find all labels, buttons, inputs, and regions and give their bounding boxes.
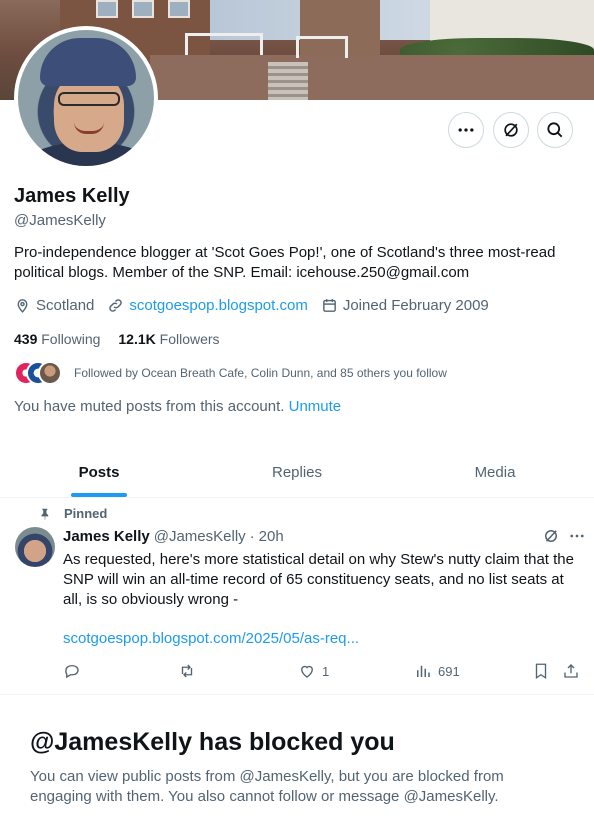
followers-count: 12.1K (118, 331, 156, 347)
share-button[interactable] (562, 662, 586, 680)
profile-name: James Kelly (14, 185, 130, 207)
tab-media[interactable]: Media (396, 447, 594, 497)
tweet-time[interactable]: 20h (259, 528, 284, 545)
views-icon (417, 665, 430, 677)
website-link[interactable]: scotgoespop.blogspot.com (129, 297, 307, 314)
grok-icon (504, 123, 518, 137)
location-icon (17, 299, 28, 313)
like-button[interactable]: 1 (298, 662, 329, 680)
followed-by-avatars (14, 360, 66, 386)
tweet-text: As requested, here's more statistical de… (63, 551, 574, 608)
grok-button[interactable] (493, 112, 529, 148)
following-count: 439 (14, 331, 38, 347)
muted-notice: You have muted posts from this account. … (14, 398, 341, 415)
joined-item: Joined February 2009 (321, 297, 489, 314)
profile-avatar[interactable] (14, 26, 158, 170)
location-item: Scotland (14, 297, 94, 314)
pinned-text: Pinned (64, 506, 108, 521)
heart-icon (301, 665, 313, 678)
share-icon (564, 664, 578, 678)
profile-tabs: Posts Replies Media (0, 447, 594, 498)
profile-bio: Pro-independence blogger at 'Scot Goes P… (14, 244, 556, 281)
followed-by[interactable]: Followed by Ocean Breath Cafe, Colin Dun… (14, 360, 447, 386)
location-text: Scotland (36, 297, 95, 314)
tab-replies[interactable]: Replies (198, 447, 396, 497)
follow-counts: 439 Following 12.1K Followers (14, 331, 220, 347)
retweet-icon (181, 664, 193, 678)
blocked-title: @JamesKelly has blocked you (30, 728, 395, 756)
followers-label: Followers (159, 331, 220, 347)
bookmark-button[interactable] (532, 662, 556, 680)
search-button[interactable] (537, 112, 573, 148)
tab-posts[interactable]: Posts (0, 447, 198, 497)
grok-icon[interactable] (542, 527, 560, 545)
joined-text: Joined February 2009 (342, 297, 489, 314)
followers-link[interactable]: 12.1K Followers (118, 331, 219, 347)
tweet-actions: 1 691 (0, 660, 594, 684)
reply-icon (65, 665, 79, 679)
retweet-button[interactable] (178, 662, 202, 680)
unmute-link[interactable]: Unmute (289, 398, 342, 415)
divider (0, 694, 594, 695)
muted-text: You have muted posts from this account. (14, 398, 285, 415)
profile-handle: @JamesKelly (14, 212, 106, 229)
tweet-separator: · (249, 528, 255, 545)
bookmark-icon (535, 663, 547, 680)
followed-by-text: Followed by Ocean Breath Cafe, Colin Dun… (74, 366, 447, 380)
tweet-link[interactable]: scotgoespop.blogspot.com/2025/05/as-req.… (63, 630, 359, 647)
tweet-tools (534, 527, 586, 545)
like-count: 1 (322, 663, 330, 679)
website-item[interactable]: scotgoespop.blogspot.com (107, 297, 308, 314)
more-icon (458, 128, 474, 132)
more-icon[interactable] (568, 527, 586, 545)
pinned-label: Pinned (38, 506, 107, 521)
profile-meta: Scotland scotgoespop.blogspot.com Joined… (14, 297, 502, 314)
tweet-author[interactable]: James Kelly (63, 528, 150, 545)
pin-icon (41, 508, 49, 520)
link-icon (109, 299, 123, 312)
calendar-icon (322, 299, 336, 312)
blocked-text: You can view public posts from @JamesKel… (30, 768, 504, 805)
views-count: 691 (438, 663, 460, 679)
following-link[interactable]: 439 Following (14, 331, 100, 347)
search-icon (547, 122, 563, 138)
reply-button[interactable] (63, 662, 87, 680)
views-button[interactable]: 691 (414, 662, 460, 680)
tweet-avatar[interactable] (15, 527, 55, 567)
tweet-handle[interactable]: @JamesKelly (154, 528, 246, 545)
more-button[interactable] (448, 112, 484, 148)
following-label: Following (41, 331, 101, 347)
tweet-header: James Kelly @JamesKelly · 20h (63, 528, 284, 545)
